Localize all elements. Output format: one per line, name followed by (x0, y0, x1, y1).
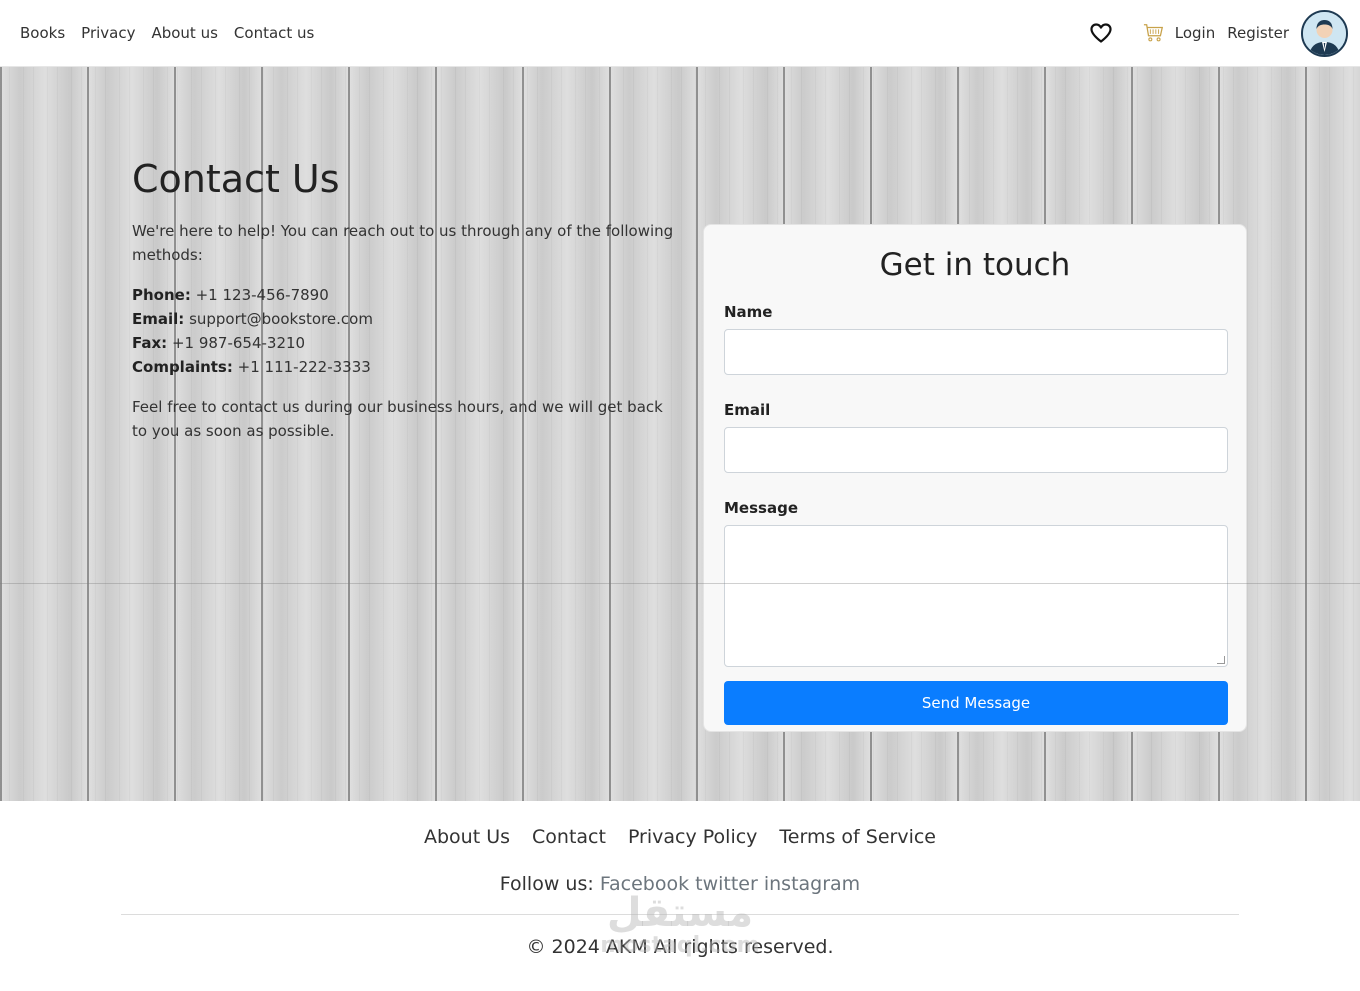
contact-info: Contact Us We're here to help! You can r… (132, 157, 682, 459)
login-link[interactable]: Login (1175, 24, 1215, 42)
contact-complaints: Complaints: +1 111-222-3333 (132, 358, 371, 376)
contact-outro: Feel free to contact us during our busin… (132, 398, 663, 440)
footer-link-privacy[interactable]: Privacy Policy (628, 826, 757, 848)
contact-form-card: Get in touch Name Email Message Send Mes… (703, 224, 1247, 732)
form-title: Get in touch (879, 247, 1071, 283)
nav-link-about[interactable]: About us (151, 24, 217, 42)
avatar[interactable] (1301, 9, 1348, 57)
navbar: Books Privacy About us Contact us Login … (0, 0, 1360, 67)
contact-email: Email: support@bookstore.com (132, 310, 373, 328)
send-message-button[interactable]: Send Message (724, 681, 1228, 725)
user-avatar-icon (1303, 11, 1346, 55)
twitter-link[interactable]: twitter (695, 873, 758, 895)
name-input[interactable] (724, 329, 1228, 375)
email-label: Email (724, 401, 771, 419)
contact-hero: Contact Us We're here to help! You can r… (0, 67, 1360, 801)
contact-phone: Phone: +1 123-456-7890 (132, 286, 329, 304)
contact-fax: Fax: +1 987-654-3210 (132, 334, 306, 352)
nav-link-books[interactable]: Books (20, 24, 65, 42)
nav-link-contact[interactable]: Contact us (234, 24, 314, 42)
email-input[interactable] (724, 427, 1228, 473)
footer-link-about[interactable]: About Us (424, 826, 510, 848)
message-textarea[interactable] (724, 525, 1228, 667)
register-link[interactable]: Register (1227, 24, 1289, 42)
heart-icon[interactable] (1089, 21, 1113, 45)
watermark-arabic: مستقل (606, 890, 754, 936)
footer-links: About Us Contact Privacy Policy Terms of… (0, 826, 1360, 848)
message-label: Message (724, 499, 798, 517)
page-title: Contact Us (132, 157, 340, 201)
name-label: Name (724, 303, 773, 321)
nav-actions: Login Register (1089, 9, 1348, 57)
facebook-link[interactable]: Facebook (600, 873, 689, 895)
follow-label: Follow us: (499, 873, 594, 895)
nav-link-privacy[interactable]: Privacy (81, 24, 135, 42)
cart-icon[interactable] (1143, 22, 1165, 44)
copyright: © 2024 AKM All rights reserved. (526, 936, 834, 958)
nav-links: Books Privacy About us Contact us (20, 24, 314, 42)
follow-us: Follow us: Facebook twitter instagram (0, 873, 1360, 895)
contact-intro: We're here to help! You can reach out to… (132, 222, 674, 264)
contact-methods: Phone: +1 123-456-7890 Email: support@bo… (132, 283, 682, 379)
instagram-link[interactable]: instagram (764, 873, 860, 895)
footer: About Us Contact Privacy Policy Terms of… (0, 801, 1360, 991)
footer-divider (121, 914, 1239, 915)
footer-link-contact[interactable]: Contact (532, 826, 606, 848)
footer-link-terms[interactable]: Terms of Service (779, 826, 936, 848)
